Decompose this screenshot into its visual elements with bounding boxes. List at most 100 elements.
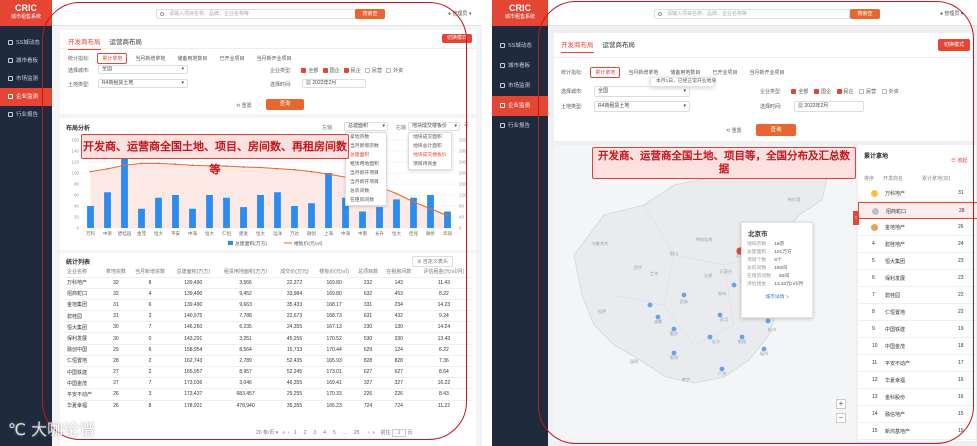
- metric-chip[interactable]: 当月新增拿地: [131, 54, 169, 63]
- ranking-row[interactable]: 15 新鸿基地产 15: [858, 423, 977, 440]
- column-header[interactable]: 拿地宗数: [102, 267, 129, 277]
- dropdown-option[interactable]: 拿地宗数: [346, 133, 386, 142]
- sidebar-item-news[interactable]: SS城动态: [0, 34, 52, 52]
- metric-chip[interactable]: 已开业项目: [708, 68, 741, 77]
- reset-button[interactable]: ⟲ 重置: [236, 102, 252, 109]
- dropdown-option[interactable]: 项目待资金: [409, 160, 451, 169]
- type-checkbox-foreign[interactable]: 外资: [881, 89, 899, 95]
- time-select[interactable]: ▦ 2022年2月: [794, 101, 864, 112]
- metric-chip[interactable]: 累计拿地: [590, 67, 621, 78]
- query-button[interactable]: 查询: [266, 99, 304, 110]
- ranking-row[interactable]: 6 保利发展 23: [858, 270, 977, 287]
- table-row[interactable]: 融创中国 29 6 158,954 8,564 15,733 170.44 629 124 6.2…: [64, 343, 472, 356]
- sidebar-item-dashboard[interactable]: 城市看板: [492, 56, 548, 76]
- dropdown-option[interactable]: 当月新开项目: [346, 178, 386, 187]
- column-header[interactable]: 当月新增宗数: [130, 267, 171, 277]
- city-select[interactable]: 全国 ▾: [594, 86, 690, 97]
- dropdown-option[interactable]: 租赁用地面积: [346, 160, 386, 169]
- page-number[interactable]: 5: [333, 430, 336, 436]
- right-axis-select[interactable]: 地块成交楼板价 ▾: [408, 122, 460, 131]
- table-row[interactable]: 华夏幸福 26 8 178,921 478,940 35,355 165.23 724 724 1…: [64, 399, 472, 412]
- tab-developer[interactable]: 开发商布局: [561, 42, 594, 53]
- page-number[interactable]: 2: [304, 430, 307, 436]
- type-checkbox-private[interactable]: 民企: [836, 89, 854, 95]
- ranking-row[interactable]: 5 恒大集团 23: [858, 253, 977, 270]
- table-row[interactable]: 中国铁建 27 2 165,957 8,957 52,245 173.01 627 627 8.6…: [64, 365, 472, 378]
- ranking-row[interactable]: 14 融信地产 15: [858, 406, 977, 423]
- custom-columns-button[interactable]: ⚙ 自定义表头: [412, 256, 453, 267]
- ranking-row[interactable]: 金地地产 26: [858, 219, 977, 236]
- dropdown-option[interactable]: 在租房间数: [346, 196, 386, 205]
- ranking-row[interactable]: 招商蛇口 28: [858, 202, 977, 219]
- table-row[interactable]: 平安不动产 26 3 173,437 683,457 25,255 170.33 226 226…: [64, 388, 472, 401]
- metric-chip[interactable]: 当月新增拿地: [624, 68, 662, 77]
- table-row[interactable]: 碧桂园 31 3 140,975 7,788 22,673 168.73 631 432 9.24: [64, 310, 472, 322]
- city-detail-link[interactable]: 城市详情 >: [742, 293, 812, 300]
- metric-chip[interactable]: 已开业项目: [215, 54, 248, 63]
- sidebar-item-report[interactable]: 行业报告: [0, 106, 52, 124]
- zoom-in-button[interactable]: +: [836, 399, 846, 409]
- metric-chip[interactable]: 储备用地数目: [173, 54, 211, 63]
- dropdown-option[interactable]: 当月新开项目: [346, 169, 386, 178]
- page-number[interactable]: 25: [354, 430, 360, 436]
- city-select[interactable]: 全国 ▾: [98, 65, 188, 74]
- metric-chip[interactable]: 当月新开业项目: [745, 68, 788, 77]
- dropdown-option[interactable]: 当月新增宗数: [346, 142, 386, 151]
- sidebar-item-report[interactable]: 行业报告: [492, 116, 548, 136]
- column-header[interactable]: 总项目数: [354, 267, 381, 277]
- dropdown-option[interactable]: 地块成交楼板价: [409, 151, 451, 160]
- table-row[interactable]: 恒大集团 30 7 146,260 6,235 24,355 167.13 230 130 14.…: [64, 321, 472, 333]
- collapse-button[interactable]: ⊖ 收起: [951, 157, 967, 164]
- prev-page-button[interactable]: «: [282, 430, 285, 436]
- ranking-row[interactable]: 万科地产 31: [858, 185, 977, 202]
- ranking-row[interactable]: 12 华夏幸福 16: [858, 372, 977, 389]
- ranking-row[interactable]: 11 平安不动产 17: [858, 355, 977, 372]
- column-header[interactable]: 楼板价(元/㎡): [314, 267, 355, 277]
- sidebar-item-enterprise[interactable]: 企业监测: [492, 96, 548, 116]
- next-page-icon[interactable]: ›: [368, 430, 370, 436]
- page-number[interactable]: 1: [294, 430, 297, 436]
- search-button[interactable]: 搜索查: [355, 9, 385, 19]
- land-type-select[interactable]: R4商租赁土地 ▾: [594, 101, 690, 112]
- sidebar-item-dashboard[interactable]: 城市看板: [0, 52, 52, 70]
- column-header[interactable]: 在租房间数: [382, 267, 416, 277]
- panel-toggle-icon[interactable]: ‹: [853, 211, 859, 225]
- dropdown-option[interactable]: 总房间数: [346, 187, 386, 196]
- column-header[interactable]: 评估租金(元/㎡/月): [416, 267, 472, 277]
- search-button[interactable]: 搜索查: [850, 9, 880, 19]
- type-checkbox-minying[interactable]: 民营: [859, 89, 876, 95]
- time-select[interactable]: ▦ 2022年2月: [302, 79, 366, 88]
- page-size-select[interactable]: 20 条/页 ▾: [256, 430, 278, 436]
- user-menu[interactable]: ● 管理员 ▾: [940, 10, 963, 17]
- zoom-out-button[interactable]: −: [836, 413, 846, 423]
- table-row[interactable]: 中国金茂 27 7 173,036 3,046 46,355 169.41 327 327 16.…: [64, 377, 472, 389]
- ranking-row[interactable]: 9 中国铁建 19: [858, 321, 977, 338]
- column-header[interactable]: 成交价(万元): [275, 267, 314, 277]
- dropdown-option[interactable]: 地块总计面积: [409, 142, 451, 151]
- ranking-row[interactable]: 13 金科股份 16: [858, 389, 977, 406]
- sidebar-item-news[interactable]: SS城动态: [492, 36, 548, 56]
- query-button[interactable]: 查询: [756, 124, 796, 136]
- table-row[interactable]: 招商蛇口 32 4 139,490 9,452 33,984 169.80 632 453 8.2…: [64, 287, 472, 300]
- map-mode-button[interactable]: 切换模式: [442, 34, 472, 43]
- column-header[interactable]: 总建面积(万方): [171, 267, 217, 277]
- logo[interactable]: CRIC 城市租售系统: [492, 0, 548, 26]
- page-number[interactable]: 3: [313, 430, 316, 436]
- reset-button[interactable]: ⟲ 重置: [726, 127, 742, 134]
- map-mode-button[interactable]: 切换模式: [938, 39, 970, 51]
- land-type-select[interactable]: R4商租赁土地 ▾: [98, 79, 188, 88]
- column-header[interactable]: 企业名称: [64, 267, 102, 277]
- sidebar-item-enterprise[interactable]: 企业监测: [0, 88, 52, 106]
- column-header[interactable]: 租赁用地面积(万方): [216, 267, 275, 277]
- goto-page-input[interactable]: 1: [392, 429, 407, 437]
- ranking-row[interactable]: 10 中国金茂 18: [858, 338, 977, 355]
- left-axis-select[interactable]: 总建面积 ▾: [344, 122, 388, 131]
- user-menu[interactable]: ● 管理员 ▾: [448, 10, 471, 17]
- dropdown-option[interactable]: 地块成交面积: [409, 133, 451, 142]
- page-number[interactable]: 4: [323, 430, 326, 436]
- type-checkbox-all[interactable]: 全部: [301, 68, 318, 74]
- table-row[interactable]: 金地集团 31 6 139,490 9,663 35,433 168.17 331 234 14.…: [64, 298, 472, 311]
- table-row[interactable]: 仁恒置地 28 2 162,743 2,789 52,435 165.93 828 828 7.3…: [64, 354, 472, 367]
- prev-page-icon[interactable]: ‹: [288, 430, 290, 436]
- sidebar-item-monitor[interactable]: 市场监测: [492, 76, 548, 96]
